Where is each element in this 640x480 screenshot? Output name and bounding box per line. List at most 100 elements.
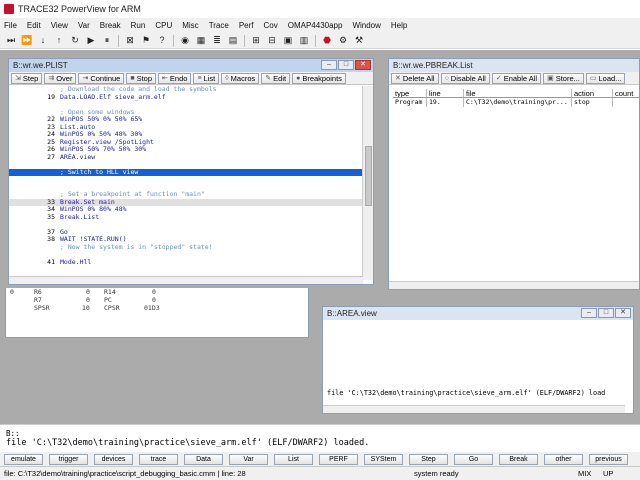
menu-edit[interactable]: Edit bbox=[27, 21, 41, 30]
pause-icon[interactable]: ⏸ bbox=[100, 34, 114, 47]
endo-button[interactable]: ⇤ Endo bbox=[158, 72, 192, 84]
options-icon[interactable]: ⚙ bbox=[336, 34, 350, 47]
code-line[interactable]: 27 AREA.view bbox=[9, 153, 363, 162]
help-icon[interactable]: ? bbox=[155, 34, 169, 47]
menu-cpu[interactable]: CPU bbox=[155, 21, 172, 30]
softkey-data[interactable]: Data bbox=[184, 453, 223, 465]
go-icon[interactable]: ▶ bbox=[84, 34, 98, 47]
command-prompt[interactable]: B:: bbox=[6, 429, 20, 438]
maximize-icon[interactable]: □ bbox=[338, 60, 354, 70]
code-line[interactable]: 41 Mode.Hll bbox=[9, 258, 363, 267]
horizontal-scrollbar[interactable] bbox=[9, 276, 363, 284]
edit-button[interactable]: ✎ Edit bbox=[261, 72, 291, 84]
softkey-trace[interactable]: trace bbox=[139, 453, 178, 465]
menu-trace[interactable]: Trace bbox=[209, 21, 229, 30]
register-value[interactable]: 0 bbox=[86, 288, 90, 296]
softkey-devices[interactable]: devices bbox=[94, 453, 133, 465]
breakpoint-icon[interactable]: ⊠ bbox=[123, 34, 137, 47]
code-line[interactable]: 35 Break.List bbox=[9, 213, 363, 222]
menu-omap4430app[interactable]: OMAP4430app bbox=[288, 21, 343, 30]
return-icon[interactable]: ↻ bbox=[68, 34, 82, 47]
step-up-icon[interactable]: ↑ bbox=[52, 34, 66, 47]
step-down-icon[interactable]: ↓ bbox=[36, 34, 50, 47]
var-icon[interactable]: ⊟ bbox=[265, 34, 279, 47]
menu-break[interactable]: Break bbox=[100, 21, 121, 30]
close-icon[interactable]: ✕ bbox=[355, 60, 371, 70]
softkey-go[interactable]: Go bbox=[454, 453, 493, 465]
tools-icon[interactable]: ⚒ bbox=[352, 34, 366, 47]
disable-all-button[interactable]: ○ Disable All bbox=[440, 72, 490, 84]
column-header-line[interactable]: line bbox=[427, 89, 464, 97]
menu-perf[interactable]: Perf bbox=[239, 21, 254, 30]
register-value[interactable]: 0 bbox=[86, 296, 90, 304]
menu-file[interactable]: File bbox=[4, 21, 17, 30]
breakpoint-dialog-icon[interactable]: ⚑ bbox=[139, 34, 153, 47]
command-area[interactable]: B:: file 'C:\T32\demo\training\practice\… bbox=[0, 424, 640, 452]
maximize-icon[interactable]: □ bbox=[598, 308, 614, 318]
softkey-emulate[interactable]: emulate bbox=[4, 453, 43, 465]
code-line[interactable]: 19 Data.LOAD.Elf sieve_arm.elf bbox=[9, 93, 363, 102]
code-line[interactable]: ; Switch to HLL view bbox=[9, 168, 363, 176]
store-button[interactable]: ▣ Store... bbox=[543, 72, 584, 84]
horizontal-scrollbar[interactable] bbox=[323, 405, 625, 413]
window-title-bar[interactable]: B::wr.we.PBREAK.List bbox=[389, 59, 639, 72]
trace-icon[interactable]: ▥ bbox=[297, 34, 311, 47]
script-listing[interactable]: ; Download the code and load the symbols… bbox=[9, 86, 363, 280]
over-button[interactable]: ⇉ Over bbox=[44, 72, 77, 84]
softkey-break[interactable]: Break bbox=[499, 453, 538, 465]
code-line[interactable] bbox=[9, 176, 363, 184]
step-icon[interactable]: ⏭ bbox=[4, 34, 18, 47]
softkey-previous[interactable]: previous bbox=[589, 453, 628, 465]
macros-button[interactable]: ◊ Macros bbox=[221, 72, 260, 84]
grid-icon[interactable]: ▦ bbox=[194, 34, 208, 47]
menu-run[interactable]: Run bbox=[131, 21, 146, 30]
column-header-action[interactable]: action bbox=[572, 89, 613, 97]
memory-icon[interactable]: ▤ bbox=[226, 34, 240, 47]
register-value[interactable]: 0 bbox=[152, 296, 156, 304]
minimize-icon[interactable]: – bbox=[321, 60, 337, 70]
menu-var[interactable]: Var bbox=[78, 21, 90, 30]
continue-button[interactable]: ⇥ Continue bbox=[78, 72, 125, 84]
table-row[interactable]: Program 19. C:\T32\demo\training\pr... s… bbox=[393, 98, 640, 107]
register-value[interactable]: 0 bbox=[152, 288, 156, 296]
stop-icon[interactable]: ◉ bbox=[178, 34, 192, 47]
softkey-var[interactable]: Var bbox=[229, 453, 268, 465]
delete-all-button[interactable]: ✕ Delete All bbox=[391, 72, 439, 84]
enable-all-button[interactable]: ✓ Enable All bbox=[491, 72, 542, 84]
register-icon[interactable]: ⊞ bbox=[249, 34, 263, 47]
window-title-bar[interactable]: B::wr.we.PLIST – □ ✕ bbox=[9, 59, 373, 72]
softkey-step[interactable]: Step bbox=[409, 453, 448, 465]
breakpoints-button[interactable]: ● Breakpoints bbox=[292, 72, 346, 84]
register-value[interactable]: 10 bbox=[82, 304, 90, 312]
softkey-list[interactable]: List bbox=[274, 453, 313, 465]
peripheral-icon[interactable]: ▣ bbox=[281, 34, 295, 47]
menu-help[interactable]: Help bbox=[391, 21, 407, 30]
list-button[interactable]: ≡ List bbox=[193, 72, 220, 84]
vertical-scrollbar[interactable] bbox=[362, 86, 373, 280]
softkey-trigger[interactable]: trigger bbox=[49, 453, 88, 465]
code-line[interactable]: ; Now the system is in "stopped" state! bbox=[9, 243, 363, 252]
menu-view[interactable]: View bbox=[51, 21, 68, 30]
step-button[interactable]: ⇲ Step bbox=[11, 72, 43, 84]
softkey-system[interactable]: SYStem bbox=[364, 453, 403, 465]
step-over-icon[interactable]: ⏩ bbox=[20, 34, 34, 47]
column-header-file[interactable]: file bbox=[464, 89, 572, 97]
softkey-other[interactable]: other bbox=[544, 453, 583, 465]
softkey-perf[interactable]: PERF bbox=[319, 453, 358, 465]
column-header-type[interactable]: type bbox=[393, 89, 427, 97]
reset-icon[interactable]: ⬣ bbox=[320, 34, 334, 47]
menu-misc[interactable]: Misc bbox=[182, 21, 198, 30]
register-value[interactable]: 01D3 bbox=[144, 304, 160, 312]
menu-cov[interactable]: Cov bbox=[264, 21, 278, 30]
scrollbar-thumb[interactable] bbox=[365, 146, 372, 206]
minimize-icon[interactable]: – bbox=[581, 308, 597, 318]
step-icon: ⇲ bbox=[15, 74, 21, 82]
menu-window[interactable]: Window bbox=[352, 21, 380, 30]
close-icon[interactable]: ✕ bbox=[615, 308, 631, 318]
column-header-count[interactable]: count bbox=[613, 89, 640, 97]
horizontal-scrollbar[interactable] bbox=[389, 281, 639, 289]
window-title-bar[interactable]: B::AREA.view – □ ✕ bbox=[323, 307, 633, 320]
stop-button[interactable]: ■ Stop bbox=[126, 72, 157, 84]
list-icon[interactable]: ≣ bbox=[210, 34, 224, 47]
load-button[interactable]: ▭ Load... bbox=[585, 72, 626, 84]
